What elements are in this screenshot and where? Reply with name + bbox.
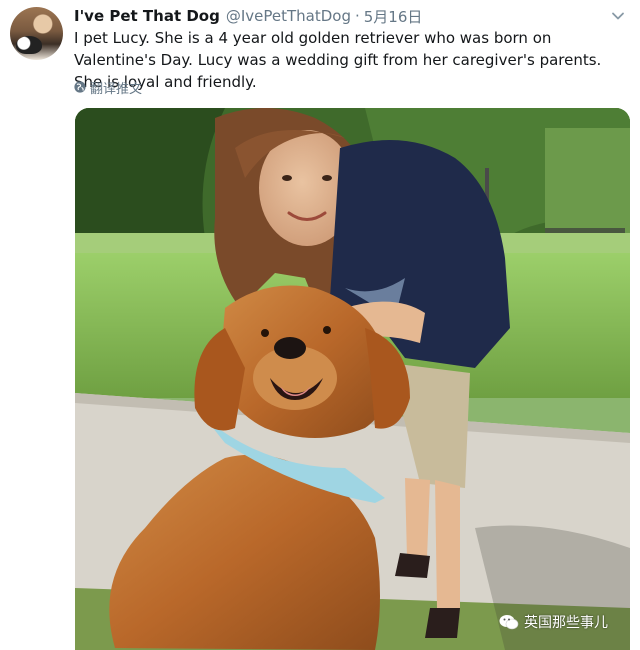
globe-icon [74, 81, 86, 93]
tweet-text: I pet Lucy. She is a 4 year old golden r… [74, 29, 602, 91]
user-handle[interactable]: @IvePetThatDog [226, 7, 351, 25]
chevron-down-icon[interactable] [611, 9, 625, 23]
tweet-header: I've Pet That Dog @IvePetThatDog · 5月16日 [74, 5, 422, 27]
wechat-icon [499, 615, 519, 630]
tweet: I've Pet That Dog @IvePetThatDog · 5月16日… [0, 0, 640, 650]
separator-dot: · [354, 7, 360, 25]
photo-illustration [75, 108, 630, 650]
avatar[interactable] [10, 7, 63, 60]
avatar-dog [16, 36, 42, 54]
translate-tweet-link[interactable]: 翻译推文 [74, 78, 143, 97]
display-name[interactable]: I've Pet That Dog [74, 7, 220, 25]
watermark: 英国那些事儿 [499, 612, 608, 632]
tweet-photo[interactable]: 英国那些事儿 [75, 108, 630, 650]
translate-label: 翻译推文 [90, 81, 143, 97]
watermark-label: 英国那些事儿 [524, 615, 608, 631]
tweet-date[interactable]: 5月16日 [364, 6, 423, 27]
